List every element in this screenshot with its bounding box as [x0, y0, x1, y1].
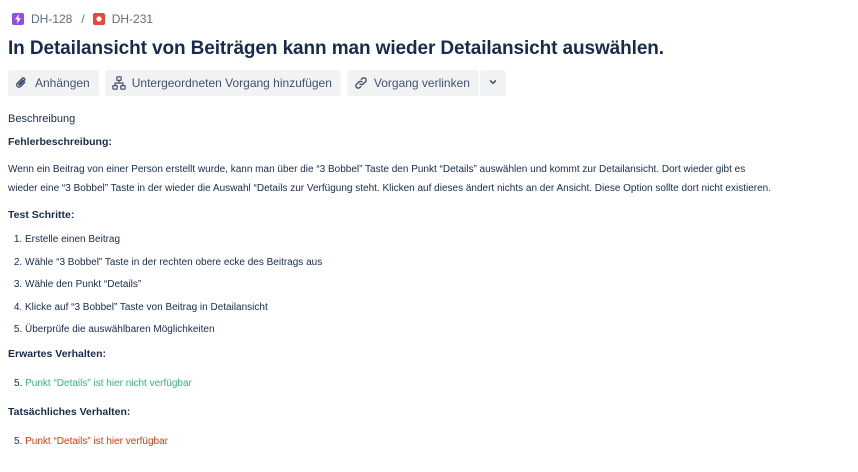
add-subtask-label: Untergeordneten Vorgang hinzufügen: [131, 76, 332, 90]
paperclip-icon: [15, 76, 29, 90]
step-item: Klicke auf “3 Bobbel” Taste von Beitrag …: [25, 297, 853, 320]
hierarchy-icon: [111, 76, 126, 90]
step-item: Wähle “3 Bobbel” Taste in der rechten ob…: [25, 252, 853, 275]
actual-text: Punkt “Details” ist hier verfügbar: [25, 435, 168, 447]
bug-text-line-2: wieder eine “3 Bobbel” Taste in der wied…: [8, 183, 772, 194]
breadcrumb-parent-key: DH-128: [31, 12, 73, 26]
chevron-down-icon: [488, 76, 498, 90]
actual-heading: Tatsächliches Verhalten:: [8, 405, 131, 418]
issue-title[interactable]: In Detailansicht von Beiträgen kann man …: [8, 38, 664, 60]
breadcrumb: DH-128 / DH-231: [12, 11, 153, 27]
link-issue-label: Vorgang verlinken: [373, 76, 470, 90]
breadcrumb-parent-link[interactable]: DH-128: [12, 12, 72, 26]
breadcrumb-separator: /: [81, 12, 85, 26]
issue-toolbar: Anhängen Untergeordneten Vorgang hinzufü…: [8, 70, 512, 96]
bug-text-line-1: Wenn ein Beitrag von einer Person erstel…: [8, 164, 746, 175]
step-item: Erstelle einen Beitrag: [25, 229, 853, 252]
bug-heading: Fehlerbeschreibung:: [8, 136, 112, 148]
step-item: Überprüfe die auswählbaren Möglichkeiten: [25, 319, 853, 342]
expected-item: 5. Punkt “Details” ist hier nicht verfüg…: [14, 377, 192, 389]
description-label: Beschreibung: [8, 113, 76, 125]
steps-heading: Test Schritte:: [8, 209, 75, 221]
actual-item: 5. Punkt “Details” ist hier verfügbar: [14, 435, 168, 447]
add-subtask-button[interactable]: Untergeordneten Vorgang hinzufügen: [104, 70, 341, 96]
lightning-icon: [12, 13, 24, 25]
steps-list: Erstelle einen Beitrag Wähle “3 Bobbel” …: [8, 229, 853, 342]
breadcrumb-current-key: DH-231: [111, 12, 154, 26]
link-issue-button[interactable]: Vorgang verlinken: [346, 70, 479, 96]
breadcrumb-current-link[interactable]: DH-231: [92, 12, 154, 26]
attach-button[interactable]: Anhängen: [8, 70, 99, 96]
expected-heading: Erwartes Verhalten:: [8, 347, 107, 360]
link-icon: [354, 76, 368, 90]
more-actions-dropdown[interactable]: [479, 70, 506, 96]
description-body[interactable]: Fehlerbeschreibung: Wenn ein Beitrag von…: [8, 133, 853, 451]
step-item: Wähle den Punkt “Details”: [25, 274, 853, 297]
expected-text: Punkt “Details” ist hier nicht verfügbar: [25, 377, 192, 389]
attach-label: Anhängen: [35, 76, 90, 90]
bug-icon: [92, 13, 105, 25]
